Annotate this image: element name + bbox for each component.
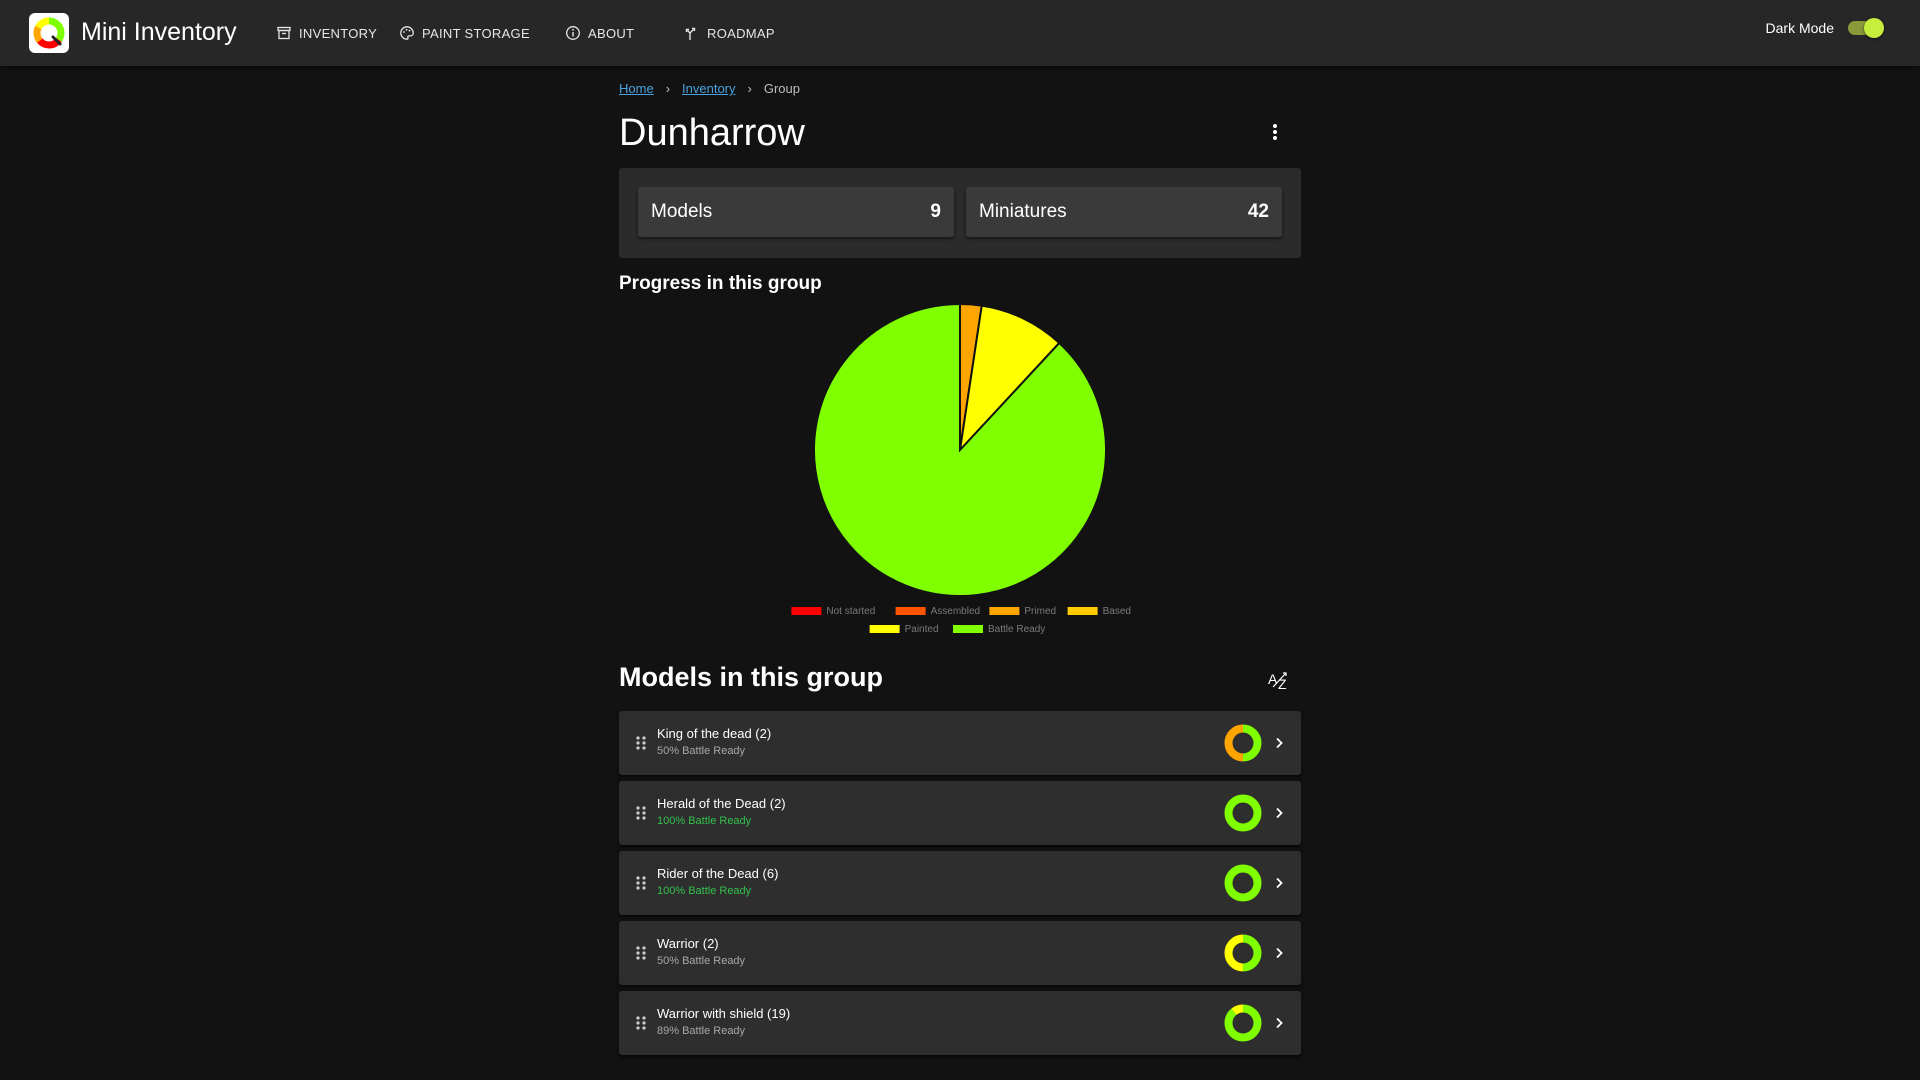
progress-donut bbox=[1224, 794, 1262, 832]
legend-label[interactable]: Battle Ready bbox=[988, 624, 1045, 635]
nav-about[interactable]: ABOUT bbox=[565, 22, 634, 44]
more-vert-icon bbox=[1273, 124, 1277, 140]
legend-swatch[interactable] bbox=[869, 625, 900, 633]
logo-icon bbox=[33, 17, 65, 49]
breadcrumb-home-link[interactable]: Home bbox=[619, 81, 654, 96]
model-status: 100% Battle Ready bbox=[657, 885, 752, 897]
info-icon bbox=[566, 26, 580, 40]
dark-mode-control: Dark Mode bbox=[1765, 18, 1884, 38]
model-name: Herald of the Dead (2) bbox=[657, 796, 786, 811]
list-item[interactable]: King of the dead (2) 50% Battle Ready bbox=[619, 711, 1301, 775]
drag-handle-icon[interactable] bbox=[635, 805, 647, 821]
miniatures-stat-label: Miniatures bbox=[979, 201, 1067, 222]
models-stat-value: 9 bbox=[930, 201, 941, 222]
more-options-button[interactable] bbox=[1263, 120, 1287, 144]
nav-inventory-label: INVENTORY bbox=[299, 25, 378, 41]
progress-heading: Progress in this group bbox=[619, 273, 822, 294]
chevron-right-icon: › bbox=[747, 81, 752, 96]
nav-inventory[interactable]: INVENTORY bbox=[276, 22, 377, 44]
pie-slice-battle-ready[interactable] bbox=[813, 302, 1107, 597]
pie-chart: Not started Assembled Primed Based Painted Ba… bbox=[791, 302, 1131, 635]
progress-chart: Not started Assembled Primed Based Painted Ba… bbox=[619, 302, 1301, 712]
nav-paint-storage[interactable]: PAINT STORAGE bbox=[399, 22, 530, 44]
svg-text:A: A bbox=[1268, 671, 1278, 687]
toggle-knob bbox=[1864, 18, 1884, 38]
archive-icon bbox=[277, 26, 291, 40]
drag-handle-icon[interactable] bbox=[635, 875, 647, 891]
legend-label[interactable]: Based bbox=[1103, 606, 1131, 617]
legend-swatch[interactable] bbox=[895, 607, 926, 615]
donut-segment bbox=[1224, 1004, 1262, 1042]
page-title: Dunharrow bbox=[619, 112, 805, 154]
progress-donut bbox=[1224, 934, 1262, 972]
app-bar: Mini Inventory INVENTORY PAINT STORAGE A… bbox=[0, 0, 1920, 66]
drag-handle-icon[interactable] bbox=[635, 1015, 647, 1031]
legend-swatch[interactable] bbox=[953, 625, 983, 633]
dark-mode-toggle[interactable] bbox=[1848, 18, 1884, 38]
drag-handle-icon[interactable] bbox=[635, 735, 647, 751]
legend-label[interactable]: Painted bbox=[905, 624, 939, 635]
chevron-right-icon: › bbox=[665, 81, 671, 96]
breadcrumb-inventory-link[interactable]: Inventory bbox=[682, 81, 735, 96]
model-name: Warrior with shield (19) bbox=[657, 1006, 791, 1021]
palette-icon bbox=[400, 26, 414, 40]
progress-donut bbox=[1224, 864, 1262, 902]
list-item[interactable]: Rider of the Dead (6) 100% Battle Ready bbox=[619, 851, 1301, 915]
model-status: 89% Battle Ready bbox=[657, 1025, 746, 1037]
model-status: 100% Battle Ready bbox=[657, 815, 752, 827]
dark-mode-label: Dark Mode bbox=[1765, 20, 1834, 36]
nav-roadmap[interactable]: ROADMAP bbox=[684, 22, 775, 44]
legend-label[interactable]: Primed bbox=[1024, 606, 1056, 617]
progress-donut bbox=[1224, 724, 1262, 762]
app-logo[interactable] bbox=[29, 13, 69, 53]
model-name: King of the dead (2) bbox=[657, 726, 772, 741]
sort-az-icon: A Z bbox=[1268, 671, 1287, 691]
drag-handle-icon[interactable] bbox=[635, 945, 647, 961]
app-title[interactable]: Mini Inventory bbox=[81, 18, 237, 47]
legend-label[interactable]: Not started bbox=[826, 606, 875, 617]
progress-donut bbox=[1224, 1004, 1262, 1042]
breadcrumb: Home › Inventory › Group bbox=[619, 81, 800, 96]
chevron-right-icon[interactable] bbox=[1271, 805, 1287, 821]
roadmap-icon bbox=[685, 27, 696, 40]
list-item[interactable]: Warrior (2) 50% Battle Ready bbox=[619, 921, 1301, 985]
nav-roadmap-label: ROADMAP bbox=[707, 25, 775, 41]
chevron-right-icon[interactable] bbox=[1271, 945, 1287, 961]
svg-text:Z: Z bbox=[1278, 676, 1287, 691]
chevron-right-icon[interactable] bbox=[1271, 875, 1287, 891]
chevron-right-icon[interactable] bbox=[1271, 1015, 1287, 1031]
legend-swatch[interactable] bbox=[989, 607, 1020, 615]
legend-swatch[interactable] bbox=[791, 607, 822, 615]
breadcrumb-current: Group bbox=[763, 81, 800, 96]
list-item[interactable]: Herald of the Dead (2) 100% Battle Ready bbox=[619, 781, 1301, 845]
donut-segment bbox=[1224, 864, 1262, 902]
donut-segment bbox=[1224, 794, 1262, 832]
miniatures-stat-value: 42 bbox=[1247, 201, 1269, 222]
nav-about-label: ABOUT bbox=[588, 25, 635, 41]
list-item[interactable]: Warrior with shield (19) 89% Battle Ready bbox=[619, 991, 1301, 1055]
models-stat-label: Models bbox=[651, 201, 713, 222]
legend-label[interactable]: Assembled bbox=[931, 606, 980, 617]
model-status: 50% Battle Ready bbox=[657, 955, 746, 967]
model-name: Warrior (2) bbox=[657, 936, 719, 951]
models-stat-card: Models 9 bbox=[638, 187, 954, 237]
models-heading: Models in this group bbox=[619, 662, 883, 692]
stats-panel: Models 9 Miniatures 42 bbox=[619, 168, 1301, 258]
miniatures-stat-card: Miniatures 42 bbox=[966, 187, 1282, 237]
chevron-right-icon[interactable] bbox=[1271, 735, 1287, 751]
model-name: Rider of the Dead (6) bbox=[657, 866, 779, 881]
sort-button[interactable]: A Z bbox=[1264, 666, 1294, 694]
model-status: 50% Battle Ready bbox=[657, 745, 746, 757]
legend-swatch[interactable] bbox=[1067, 607, 1098, 615]
nav-paint-storage-label: PAINT STORAGE bbox=[422, 25, 530, 41]
